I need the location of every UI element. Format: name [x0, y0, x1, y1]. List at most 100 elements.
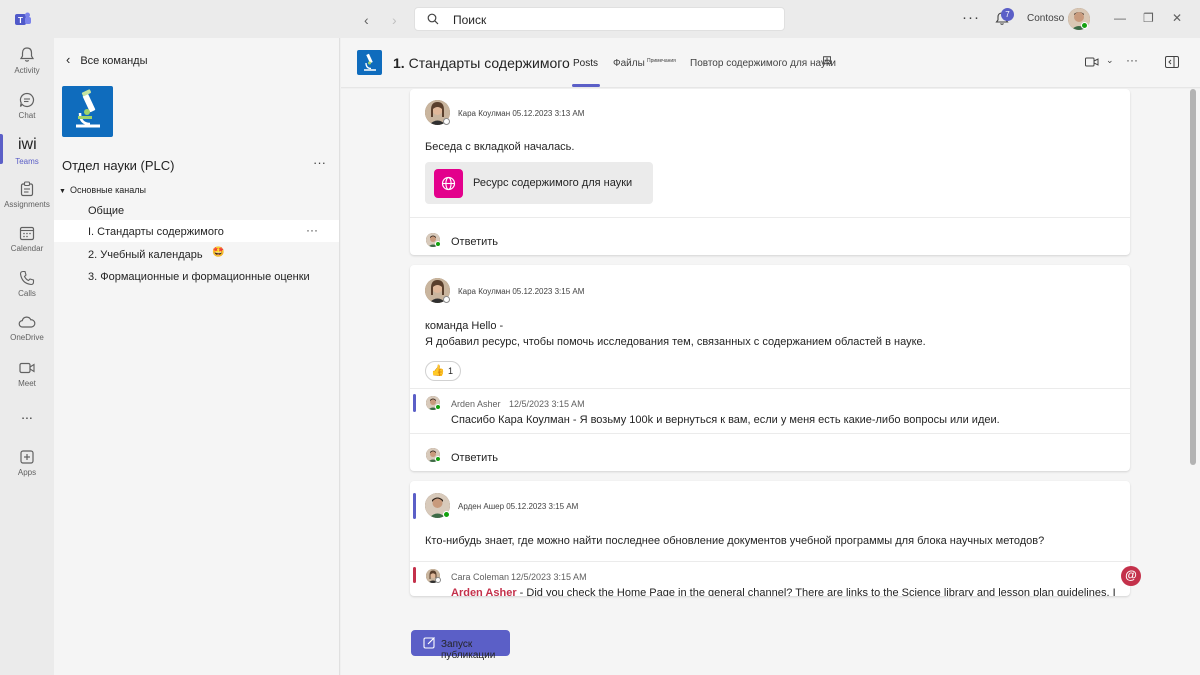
more-options-icon[interactable]: ···: [962, 9, 980, 26]
presence-offline-icon: [443, 118, 450, 125]
presence-offline-icon: [443, 296, 450, 303]
cloud-icon: [18, 316, 36, 328]
post-accent-bar: [413, 493, 416, 519]
channel-assessments[interactable]: 3. Формационные и формационные оценки: [88, 271, 310, 283]
post-card: Кара Коулман 05.12.2023 3:15 AM команда …: [410, 265, 1130, 471]
channel-calendar[interactable]: 2. Учебный календарь: [88, 249, 203, 261]
tab-active-underline: [572, 84, 600, 87]
reaction-count: 1: [448, 366, 454, 376]
bell-icon: [19, 47, 35, 62]
rail-label: Meet: [18, 379, 36, 388]
team-logo: [62, 86, 113, 137]
rail-label: Calls: [18, 289, 36, 298]
rail-label: Calendar: [10, 244, 44, 253]
search-box[interactable]: Поиск: [414, 7, 785, 31]
calendar-icon: [19, 226, 35, 241]
tab-notes[interactable]: Примечания: [647, 58, 676, 64]
add-tab-icon[interactable]: ⊞: [822, 53, 832, 67]
rail-label: OneDrive: [10, 333, 44, 342]
video-icon: [19, 362, 35, 374]
globe-icon: [434, 169, 463, 198]
divider: [410, 217, 1130, 218]
post-card: Кара Коулман 05.12.2023 3:13 AM Беседа с…: [410, 89, 1130, 255]
resource-card[interactable]: Ресурс содержимого для науки: [425, 162, 653, 204]
title-bar: T ‹ › Поиск ··· 7 Contoso — ❐ ✕: [0, 0, 1200, 38]
team-more-icon[interactable]: ···: [313, 155, 326, 170]
presence-available-icon: [435, 404, 441, 410]
forward-arrow-icon[interactable]: ›: [392, 12, 397, 28]
mention-accent-bar: [413, 567, 416, 583]
assignments-icon: [20, 181, 34, 197]
tab-files[interactable]: Файлы: [613, 58, 645, 69]
restore-icon[interactable]: ❐: [1143, 11, 1154, 25]
tab-science-review[interactable]: Повтор содержимого для науки: [690, 58, 836, 69]
start-post-button[interactable]: Запуск публикации: [411, 630, 510, 661]
reply-author: Arden Asher: [451, 399, 501, 409]
reply-button[interactable]: Ответить: [451, 236, 498, 248]
channel-panel: ‹ Все команды Отдел науки (PLC) ··· ▼ Осно…: [54, 38, 340, 675]
rail-item-calls[interactable]: Calls: [0, 269, 54, 298]
rail-item-activity[interactable]: Activity: [0, 46, 54, 75]
rail-label: Assignments: [4, 200, 50, 209]
thumbs-up-icon: 👍: [431, 365, 445, 377]
rail-item-meet[interactable]: Meet: [0, 359, 54, 388]
apps-icon: [20, 450, 34, 464]
microscope-icon: [364, 53, 376, 71]
chevron-down-icon[interactable]: ⌄: [1106, 55, 1114, 66]
post-author-line: Кара Коулман 05.12.2023 3:13 AM: [458, 109, 585, 118]
rail-label: Teams: [15, 157, 39, 166]
teams-logo-icon: T: [15, 12, 31, 25]
search-icon: [427, 13, 439, 25]
notification-badge: 7: [1001, 8, 1014, 21]
rail-item-calendar[interactable]: Calendar: [0, 224, 54, 253]
channel-standards[interactable]: I. Стандарты содержимого: [88, 226, 224, 238]
reply-time: 12/5/2023 3:15 AM: [511, 572, 587, 582]
org-name[interactable]: Contoso: [1027, 13, 1064, 24]
rail-item-chat[interactable]: Chat: [0, 91, 54, 120]
compose-icon: [423, 637, 435, 649]
rail-label: Chat: [18, 111, 36, 120]
meet-video-icon[interactable]: [1085, 56, 1099, 68]
rail-label: Activity: [14, 66, 40, 75]
presence-available-icon: [435, 456, 441, 462]
reply-button[interactable]: Ответить: [451, 452, 498, 464]
close-icon[interactable]: ✕: [1172, 11, 1182, 25]
reply-text: Спасибо Кара Коулман - Я возьму 100k и в…: [451, 414, 1000, 426]
chevron-left-icon: ‹: [66, 52, 71, 67]
presence-available-icon: [435, 241, 441, 247]
microscope-icon: [76, 89, 100, 128]
resource-label: Ресурс содержимого для науки: [473, 177, 633, 189]
team-name[interactable]: Отдел науки (PLC): [62, 158, 175, 173]
channel-logo: [357, 50, 382, 75]
post-text-line2: Я добавил ресурс, чтобы помочь исследова…: [425, 336, 926, 348]
minimize-icon[interactable]: —: [1114, 11, 1126, 25]
mention-at-icon[interactable]: @: [1121, 566, 1141, 586]
post-author-line: Кара Коулман 05.12.2023 3:15 AM: [458, 287, 585, 296]
more-options-icon[interactable]: ···: [1126, 53, 1138, 67]
reply-text: Arden Asher - Did you check the Home Pag…: [451, 585, 1117, 596]
section-header[interactable]: ▼ Основные каналы: [59, 185, 146, 195]
divider: [410, 388, 1130, 389]
rail-more-icon[interactable]: ...: [0, 406, 54, 422]
rail-item-teams[interactable]: iwi Teams: [0, 137, 54, 167]
presence-offline-icon: [435, 577, 441, 583]
reaction-like[interactable]: 👍 1: [425, 361, 461, 381]
post-text-line1: команда Hello -: [425, 320, 504, 332]
channel-general[interactable]: Общие: [88, 205, 124, 217]
tab-posts[interactable]: Posts: [573, 58, 598, 69]
feed-scrollbar[interactable]: [1190, 89, 1196, 465]
search-input[interactable]: Поиск: [453, 13, 486, 27]
app-rail: Activity Chat iwi Teams Assignments Cale…: [0, 38, 54, 675]
mention[interactable]: Arden Asher: [451, 587, 517, 596]
channel-number: 1.: [393, 55, 405, 71]
rail-item-assignments[interactable]: Assignments: [0, 180, 54, 209]
all-teams-link[interactable]: ‹ Все команды: [66, 52, 148, 67]
channel-header: 1. Стандарты содержимого Posts Файлы При…: [341, 38, 1200, 88]
back-arrow-icon[interactable]: ‹: [364, 12, 369, 28]
channel-more-icon[interactable]: ···: [306, 223, 318, 237]
side-panel-icon[interactable]: [1165, 56, 1179, 68]
caret-down-icon: ▼: [59, 188, 66, 195]
divider: [410, 433, 1130, 434]
rail-item-onedrive[interactable]: OneDrive: [0, 313, 54, 342]
rail-item-apps[interactable]: Apps: [0, 448, 54, 477]
